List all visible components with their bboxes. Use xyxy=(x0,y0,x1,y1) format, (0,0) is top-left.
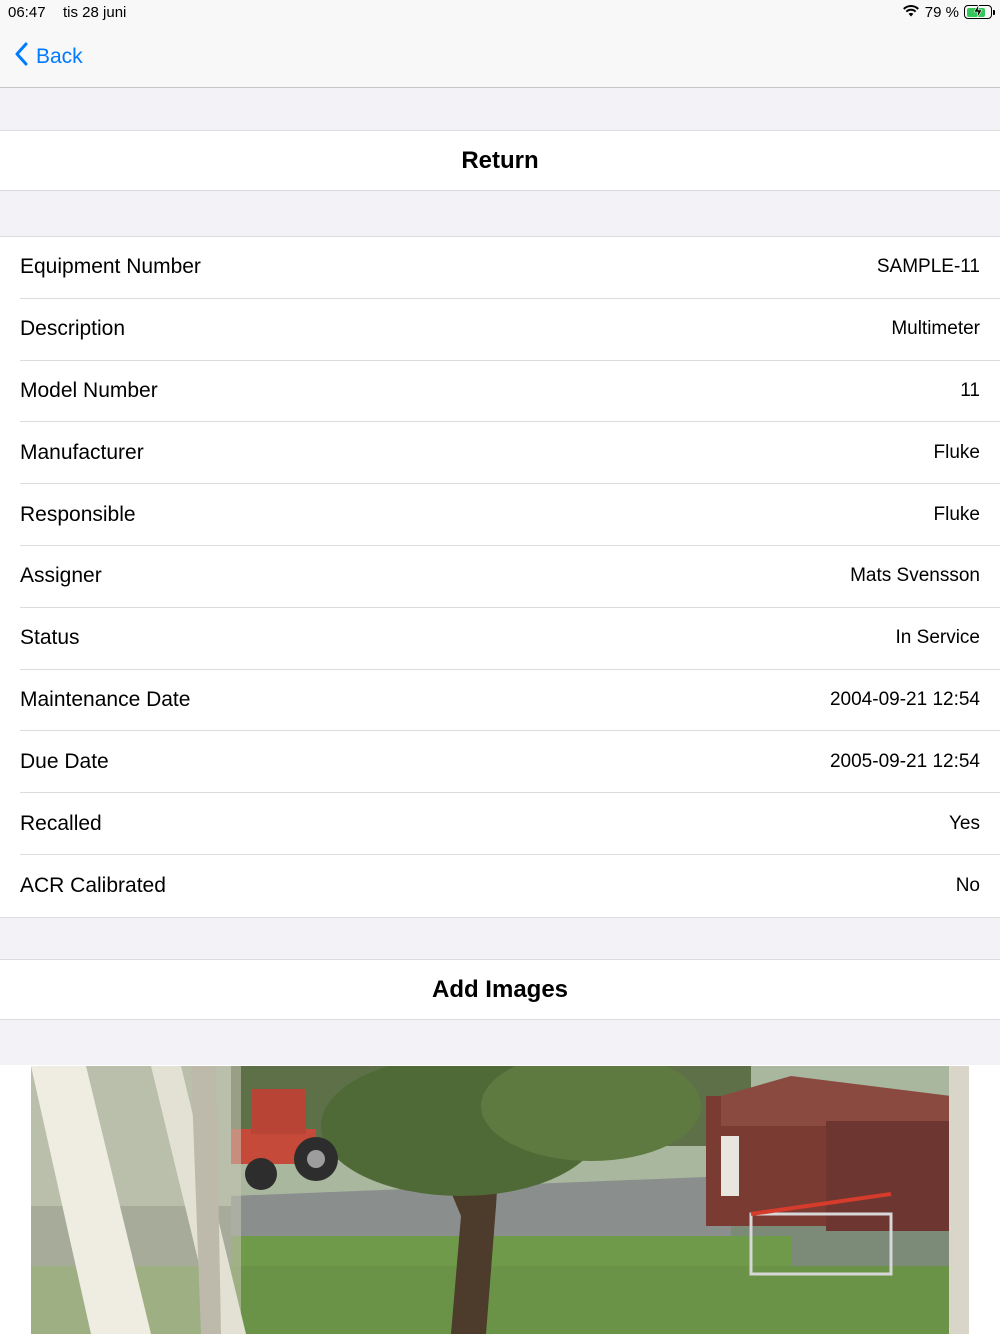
detail-value: Multimeter xyxy=(891,318,980,340)
wifi-icon xyxy=(902,3,920,21)
return-label: Return xyxy=(461,146,539,174)
status-indicators: 79 % xyxy=(902,3,995,21)
detail-label: Assigner xyxy=(20,564,102,588)
detail-label: Description xyxy=(20,317,126,341)
photo-image xyxy=(31,1066,969,1334)
detail-label: Equipment Number xyxy=(20,255,201,279)
chevron-left-icon xyxy=(14,42,28,72)
status-date: tis 28 juni xyxy=(63,4,127,21)
detail-row-responsible: Responsible Fluke xyxy=(20,484,1000,546)
detail-row-model-number: Model Number 11 xyxy=(20,361,1000,423)
detail-label: Model Number xyxy=(20,378,158,402)
detail-row-acr-calibrated: ACR Calibrated No xyxy=(20,855,1000,917)
detail-value: Fluke xyxy=(933,503,980,525)
detail-label: Responsible xyxy=(20,502,136,526)
detail-row-maintenance-date: Maintenance Date 2004-09-21 12:54 xyxy=(20,670,1000,732)
detail-row-equipment-number: Equipment Number SAMPLE-11 xyxy=(20,237,1000,299)
return-button[interactable]: Return xyxy=(0,130,1000,191)
detail-label: Status xyxy=(20,626,80,650)
back-button[interactable]: Back xyxy=(14,42,83,72)
detail-row-due-date: Due Date 2005-09-21 12:54 xyxy=(20,731,1000,794)
detail-label: ACR Calibrated xyxy=(20,873,166,897)
detail-value: No xyxy=(955,874,980,896)
attached-photo[interactable] xyxy=(31,1066,969,1334)
detail-row-description: Description Multimeter xyxy=(20,299,1000,361)
detail-row-manufacturer: Manufacturer Fluke xyxy=(20,422,1000,485)
status-time: 06:47 xyxy=(8,4,46,21)
back-label: Back xyxy=(36,45,83,68)
detail-label: Recalled xyxy=(20,811,102,835)
detail-row-assigner: Assigner Mats Svensson xyxy=(20,546,1000,608)
detail-value: 2004-09-21 12:54 xyxy=(829,688,980,710)
detail-value: Yes xyxy=(949,812,980,834)
detail-value: In Service xyxy=(895,627,980,649)
detail-label: Due Date xyxy=(20,749,109,773)
detail-value: Fluke xyxy=(933,441,980,463)
charging-bolt-icon xyxy=(973,4,983,18)
detail-value: SAMPLE-11 xyxy=(876,256,980,278)
battery-percent: 79 % xyxy=(924,3,959,21)
add-images-button[interactable]: Add Images xyxy=(0,959,1000,1020)
detail-row-status: Status In Service xyxy=(20,608,1000,670)
detail-value: 11 xyxy=(960,379,980,401)
detail-row-recalled: Recalled Yes xyxy=(20,793,1000,855)
detail-value: Mats Svensson xyxy=(850,565,980,587)
detail-label: Manufacturer xyxy=(20,440,144,464)
detail-value: 2005-09-21 12:54 xyxy=(829,750,980,772)
equipment-details-list: Equipment Number SAMPLE-11 Description M… xyxy=(0,236,1000,918)
add-images-label: Add Images xyxy=(431,975,569,1003)
battery-icon xyxy=(964,4,995,19)
status-bar: 06:47 tis 28 juni 79 % xyxy=(0,0,1000,28)
image-section xyxy=(0,1065,1000,1334)
navigation-bar: Back xyxy=(0,28,1000,88)
detail-label: Maintenance Date xyxy=(20,687,191,711)
